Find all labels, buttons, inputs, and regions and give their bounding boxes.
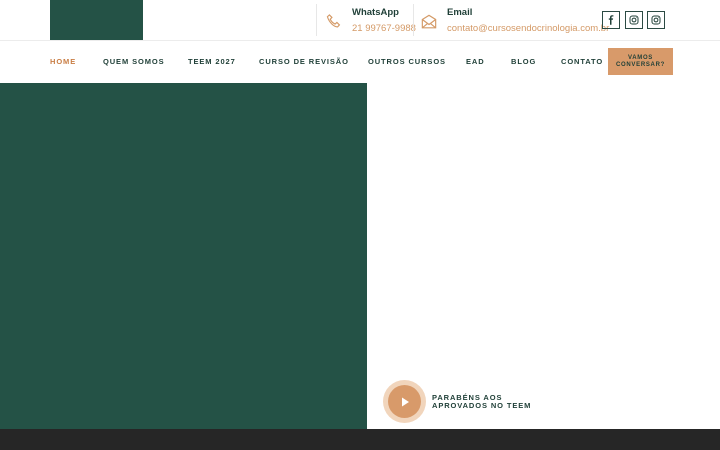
play-icon	[401, 397, 409, 406]
cta-line-2: CONVERSAR?	[615, 61, 665, 68]
whatsapp-number[interactable]: 21 99767-9988	[352, 22, 416, 36]
site-logo[interactable]	[50, 0, 143, 40]
nav-item-teem-2027[interactable]: TEEM 2027	[188, 57, 236, 66]
hero-panel	[0, 83, 367, 429]
footer-bar	[0, 429, 720, 450]
facebook-icon	[608, 15, 614, 25]
header-divider	[0, 40, 720, 41]
nav-item-outros-cursos[interactable]: OUTROS CURSOS	[368, 57, 446, 66]
instagram-icon	[629, 15, 639, 25]
envelope-icon	[421, 14, 437, 29]
email-label: Email	[447, 7, 473, 18]
video-caption: PARABÉNS AOS APROVADOS NO TEEM	[432, 394, 531, 410]
instagram-link-2[interactable]	[647, 11, 665, 29]
cta-vamos-conversar-button[interactable]: VAMOS CONVERSAR?	[608, 48, 673, 75]
header-divider-left	[316, 4, 317, 36]
video-caption-line-2: APROVADOS NO TEEM	[432, 401, 532, 410]
nav-item-quem-somos[interactable]: QUEM SOMOS	[103, 57, 165, 66]
play-button-inner	[388, 385, 421, 418]
nav-item-contato[interactable]: CONTATO	[561, 57, 603, 66]
nav-item-ead[interactable]: EAD	[466, 57, 485, 66]
header-divider-right	[413, 4, 414, 36]
instagram-link[interactable]	[625, 11, 643, 29]
nav-item-curso-de-revisao[interactable]: CURSO DE REVISÃO	[259, 57, 349, 66]
whatsapp-contact[interactable]: WhatsApp 21 99767-9988	[324, 6, 416, 36]
nav-item-blog[interactable]: BLOG	[511, 57, 536, 66]
phone-icon	[326, 14, 341, 28]
video-play-button[interactable]	[383, 380, 426, 423]
email-address[interactable]: contato@cursosendocrinologia.com.br	[447, 22, 609, 36]
whatsapp-label: WhatsApp	[352, 7, 399, 18]
email-contact[interactable]: Email contato@cursosendocrinologia.com.b…	[419, 6, 609, 36]
facebook-link[interactable]	[602, 11, 620, 29]
nav-item-home[interactable]: HOME	[50, 57, 76, 66]
instagram-icon	[651, 15, 661, 25]
